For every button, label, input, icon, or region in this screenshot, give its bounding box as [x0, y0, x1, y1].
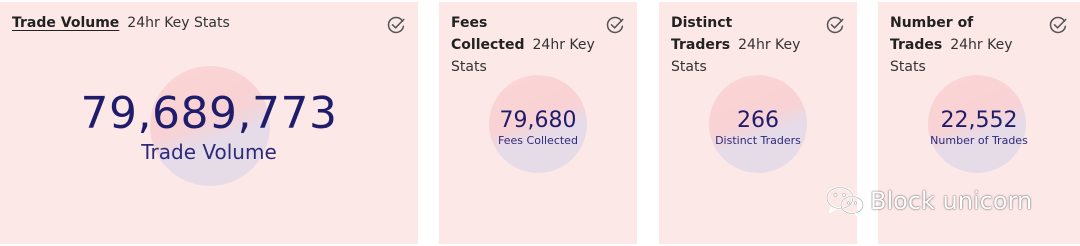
card-header: Distinct Traders 24hr Key Stats — [671, 12, 811, 78]
wechat-icon — [826, 186, 864, 218]
watermark-text: Block unicorn — [870, 187, 1033, 215]
stat-label: Distinct Traders — [715, 134, 801, 147]
trade-volume-card: Trade Volume 24hr Key Stats 79,689,773 Tr… — [0, 2, 418, 244]
stat-label: Number of Trades — [930, 134, 1028, 147]
stat-value: 22,552 — [940, 108, 1018, 133]
card-header: Fees Collected 24hr Key Stats — [451, 12, 601, 78]
card-title-link[interactable]: Trade Volume — [12, 15, 119, 31]
stat-value: 79,680 — [499, 108, 577, 133]
check-circle-icon[interactable] — [605, 15, 625, 35]
stat-value: 79,689,773 — [80, 88, 338, 139]
card-title: Distinct Traders — [671, 15, 733, 53]
card-header: Trade Volume 24hr Key Stats — [12, 12, 230, 34]
check-circle-icon[interactable] — [386, 15, 406, 35]
watermark: Block unicorn — [824, 184, 1032, 218]
stat-label: Fees Collected — [498, 134, 578, 147]
stat-label: Trade Volume — [141, 140, 277, 164]
check-circle-icon[interactable] — [1048, 15, 1068, 35]
card-title: Fees Collected — [451, 15, 525, 53]
card-header: Number of Trades 24hr Key Stats — [890, 12, 1030, 78]
check-circle-icon[interactable] — [825, 15, 845, 35]
fees-collected-card: Fees Collected 24hr Key Stats 79,680 Fees… — [439, 2, 637, 244]
card-subtitle: 24hr Key Stats — [127, 15, 230, 31]
stat-value: 266 — [737, 108, 779, 133]
